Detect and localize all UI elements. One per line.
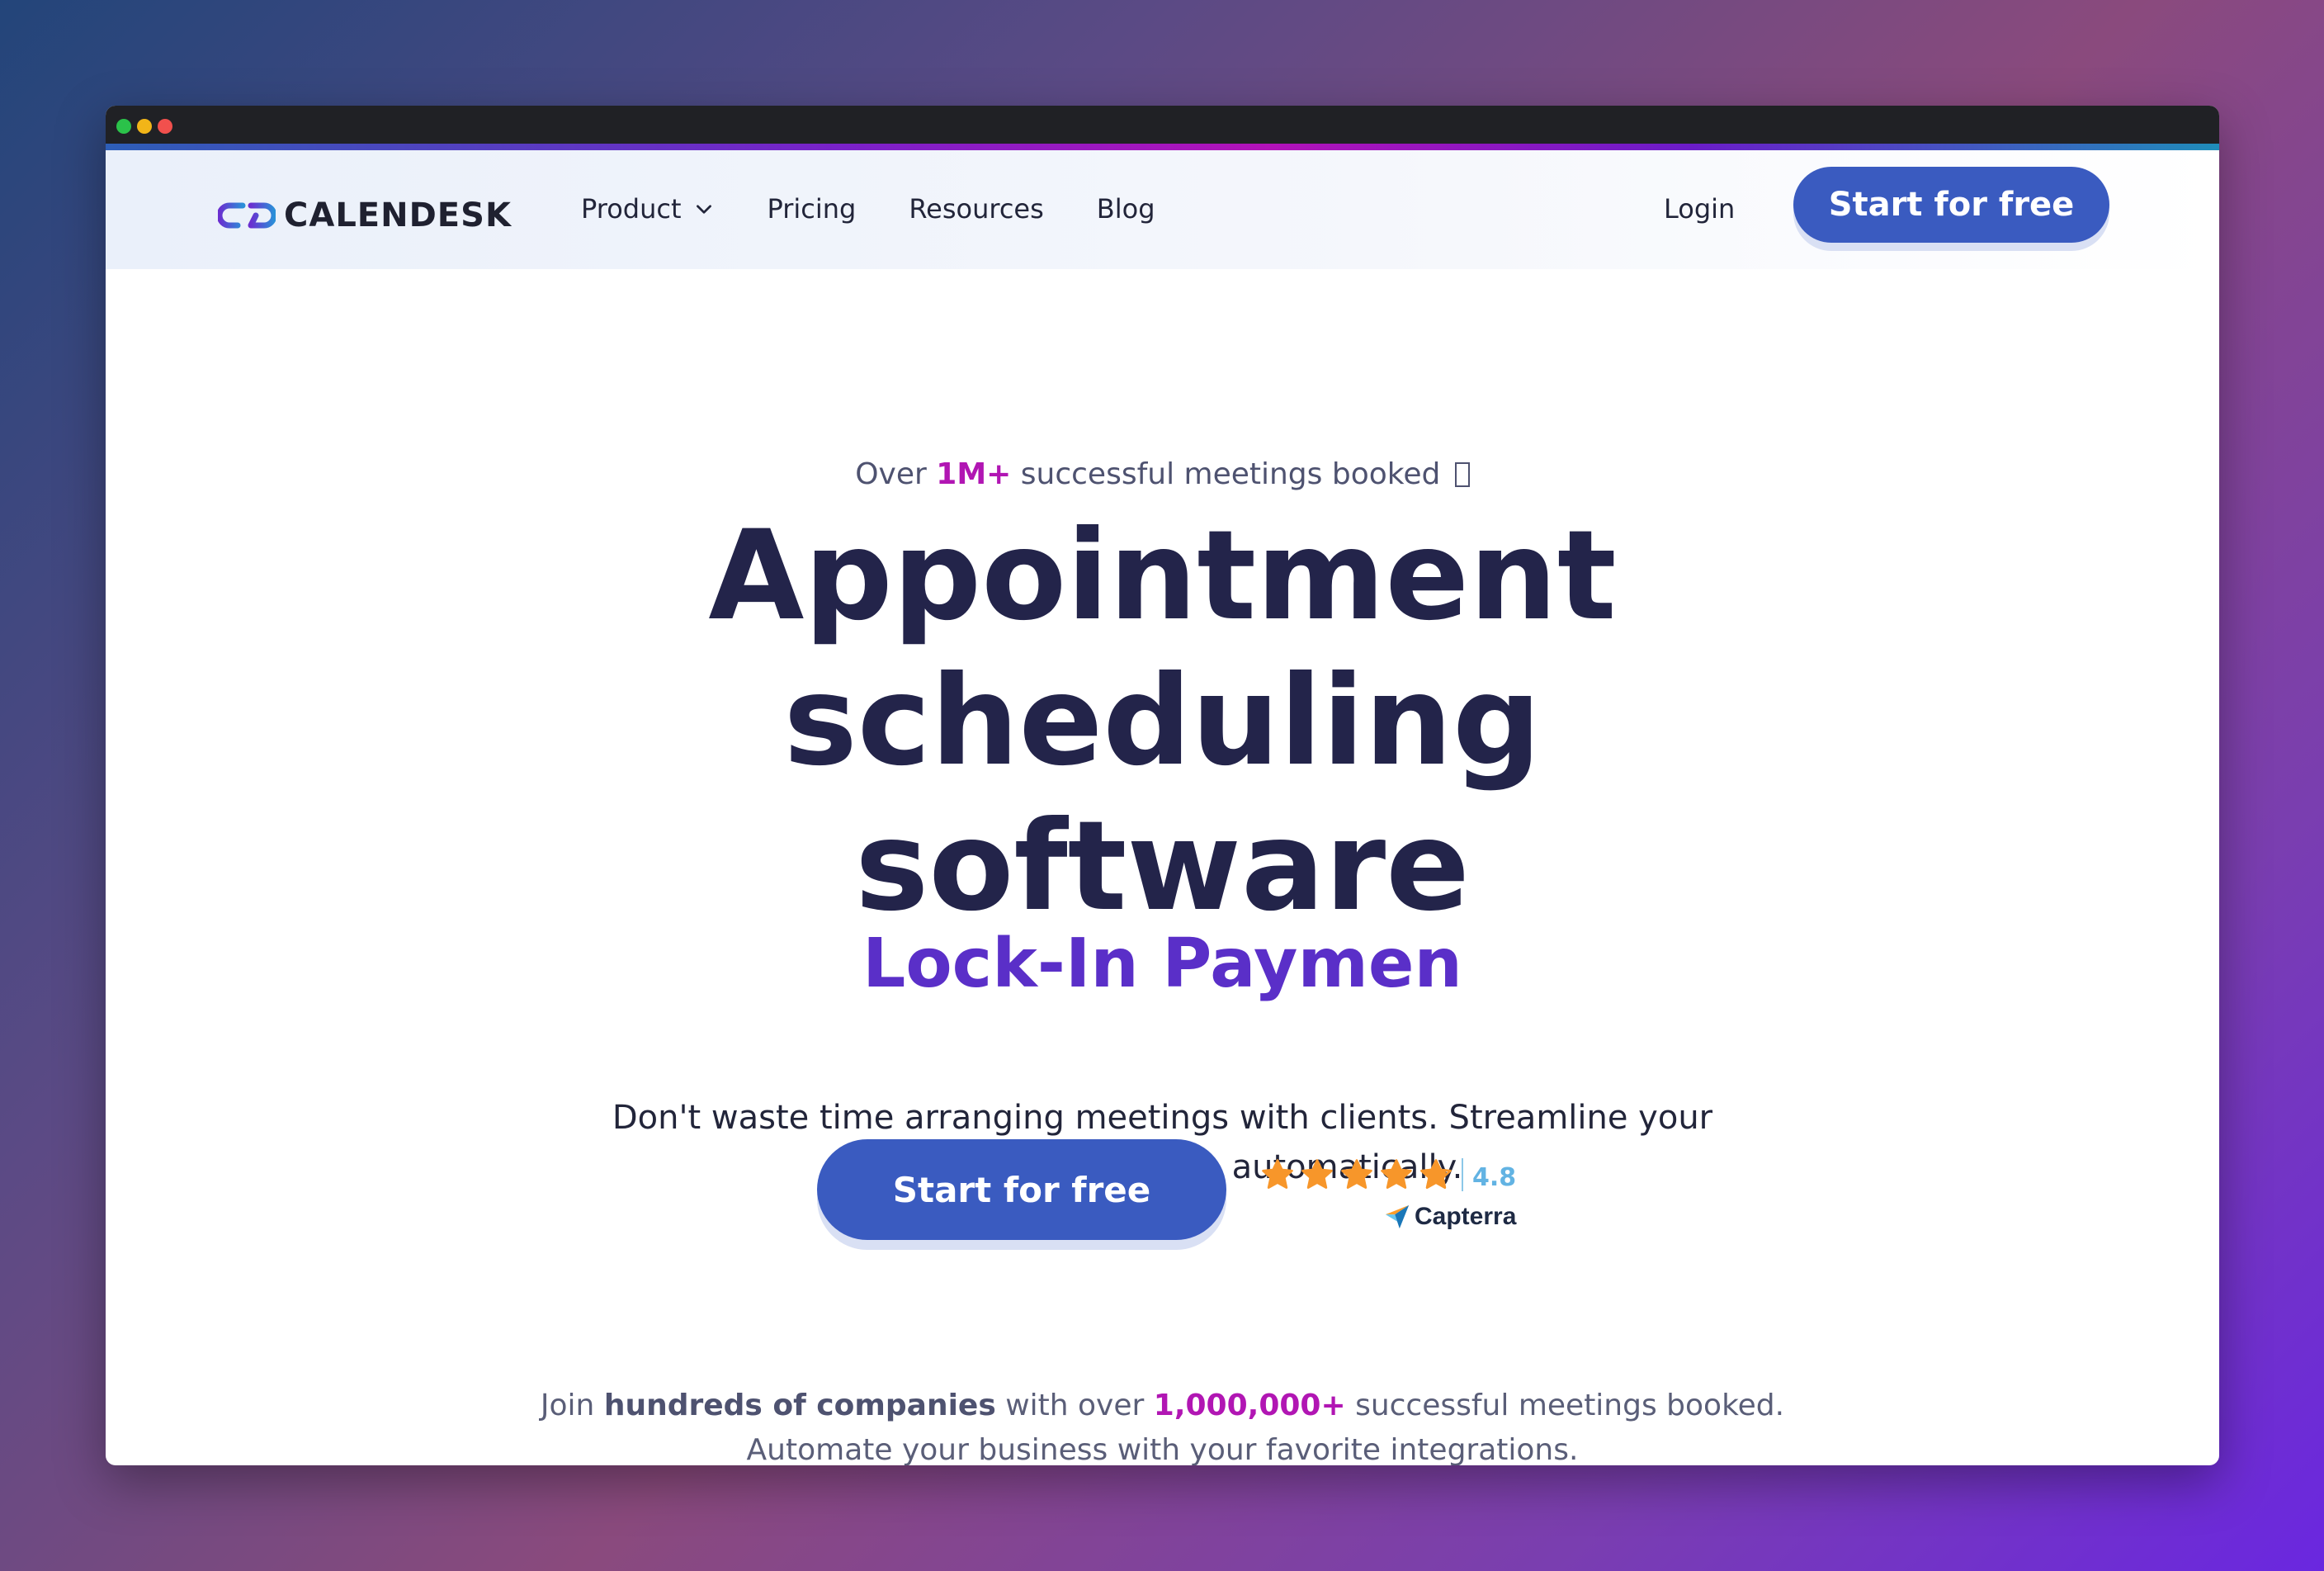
subtitle-line-1: Don't waste time arranging meetings with…: [612, 1099, 1713, 1137]
title-bar: [106, 106, 2219, 144]
hero-eyebrow: Over 1M+ successful meetings booked: [106, 457, 2219, 491]
star-icon: [1381, 1159, 1412, 1189]
brand-logo[interactable]: CALENDESK: [218, 196, 512, 234]
rating-value: 4.8: [1472, 1163, 1517, 1192]
logo-wordmark: CALENDESK: [284, 196, 512, 234]
rating-stars: [1259, 1157, 1454, 1193]
eyebrow-highlight: 1M+: [936, 457, 1012, 491]
logo-mark-icon: [218, 202, 276, 229]
social-proof-text: Join hundreds of companies with over 1,0…: [106, 1384, 2219, 1465]
join-prefix: Join: [540, 1389, 604, 1422]
window-minimize-button[interactable]: [137, 119, 152, 134]
star-icon: [1301, 1159, 1333, 1189]
join-suffix: successful meetings booked.: [1345, 1389, 1785, 1422]
social-proof-line-2: Automate your business with your favorit…: [746, 1433, 1579, 1465]
headline-line-3: software: [855, 795, 1470, 939]
capterra-wordmark: Capterra: [1415, 1203, 1517, 1230]
login-link[interactable]: Login: [1664, 193, 1735, 225]
capterra-logo: Capterra: [1383, 1203, 1516, 1231]
headline-line-2: scheduling: [783, 650, 1542, 793]
headline-line-1: Appointment: [708, 504, 1617, 648]
social-proof-line-1: Join hundreds of companies with over 1,0…: [106, 1384, 2219, 1428]
accent-gradient-bar: [106, 144, 2219, 150]
header-start-free-button[interactable]: Start for free: [1793, 167, 2109, 243]
chevron-down-icon: [696, 205, 711, 214]
nav-item-pricing[interactable]: Pricing: [768, 193, 857, 225]
hero-start-free-button[interactable]: Start for free: [817, 1139, 1226, 1240]
join-middle: with over: [995, 1389, 1154, 1422]
rating-divider: [1462, 1158, 1463, 1191]
browser-window: CALENDESK Product Pricing Resources Blog…: [106, 106, 2219, 1465]
nav-item-blog[interactable]: Blog: [1097, 193, 1155, 225]
nav-item-resources[interactable]: Resources: [909, 193, 1043, 225]
capterra-arrow-icon: [1385, 1204, 1410, 1229]
capterra-rating-badge[interactable]: 4.8 Capterra: [1259, 1157, 1523, 1239]
nav-links: Product Pricing Resources Blog: [581, 193, 1155, 225]
missing-glyph-icon: [1454, 462, 1470, 487]
join-highlight: 1,000,000+: [1153, 1389, 1346, 1422]
nav-item-product[interactable]: Product: [581, 193, 715, 225]
join-bold: hundreds of companies: [603, 1389, 996, 1422]
partial-star-icon: [1420, 1159, 1452, 1189]
eyebrow-suffix: successful meetings booked: [1011, 457, 1441, 491]
eyebrow-prefix: Over: [855, 457, 937, 491]
window-maximize-button[interactable]: [116, 119, 131, 134]
star-icon: [1341, 1159, 1372, 1189]
typed-feature-text: Lock-In Paymen: [862, 925, 1462, 1003]
hero-headline: Appointment scheduling software: [106, 504, 2219, 939]
nav-item-label: Product: [581, 193, 682, 225]
top-navigation: CALENDESK Product Pricing Resources Blog…: [106, 150, 2219, 269]
star-icon: [1262, 1159, 1293, 1189]
window-close-button[interactable]: [158, 119, 172, 134]
